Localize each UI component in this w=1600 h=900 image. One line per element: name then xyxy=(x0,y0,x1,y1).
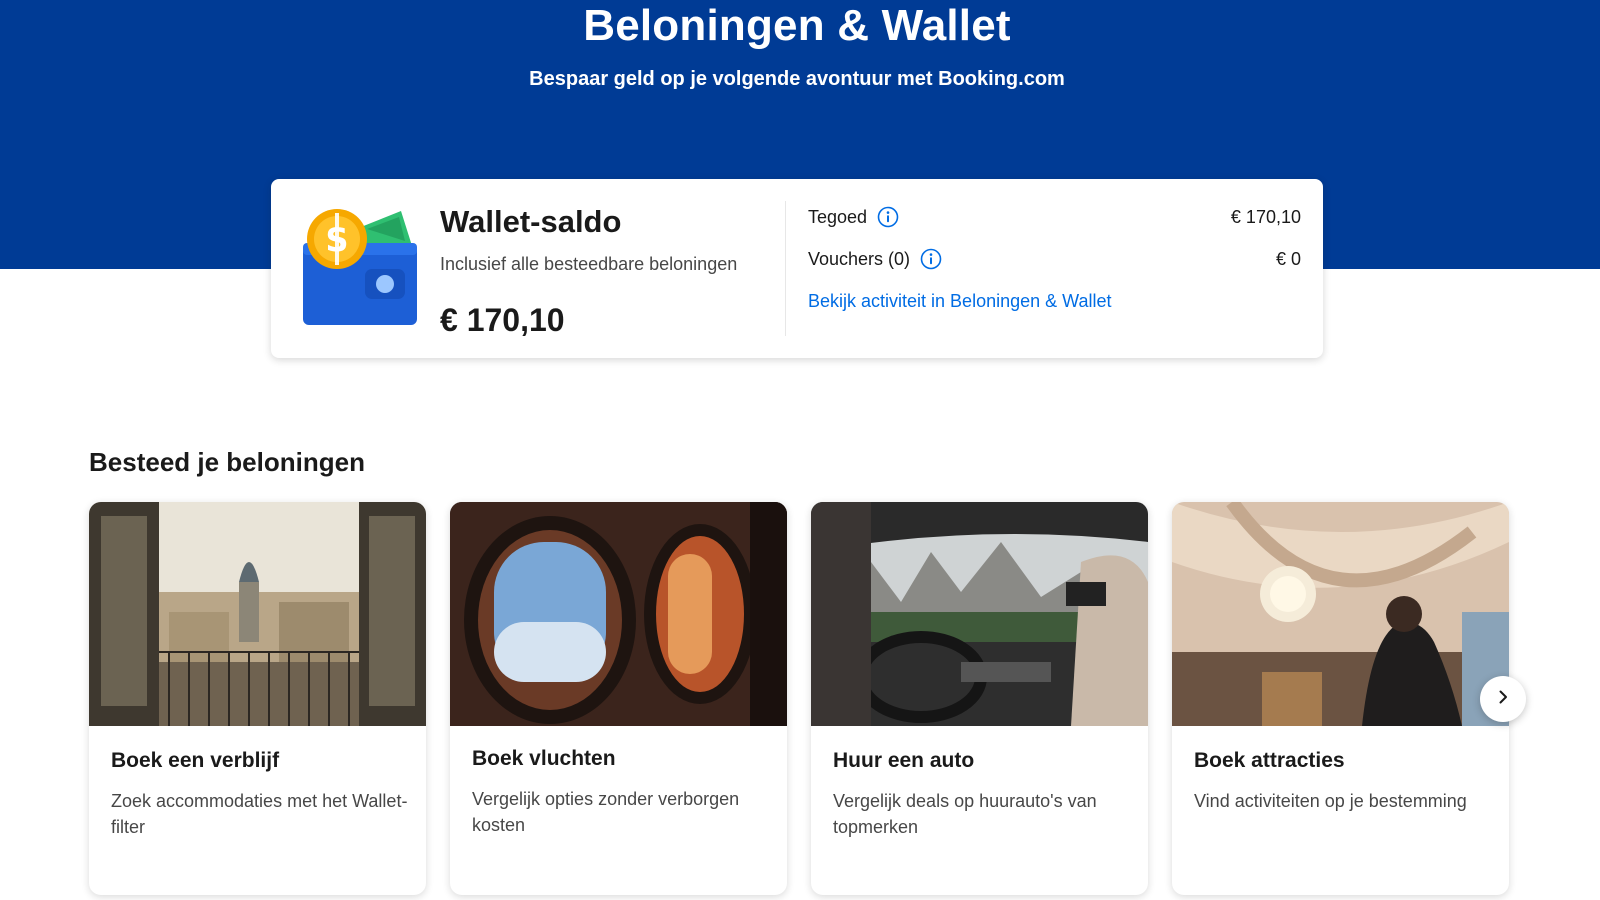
credit-label: Tegoed xyxy=(808,206,868,227)
credit-value: € 170,10 xyxy=(1230,206,1301,227)
vouchers-row: Vouchers (0) € 0 xyxy=(808,247,1301,271)
paris-balcony-image xyxy=(89,502,426,726)
page-subtitle: Bespaar geld op je volgende avontuur met… xyxy=(529,68,1065,90)
card-title: Boek vluchten xyxy=(472,747,616,770)
card-description: Vergelijk deals op huurauto's van topmer… xyxy=(833,791,1097,837)
card-title: Boek attracties xyxy=(1194,749,1345,772)
rewards-carousel: Boek een verblijf Zoek accommodaties met… xyxy=(89,502,1529,900)
credit-row: Tegoed € 170,10 xyxy=(808,205,1301,229)
info-icon[interactable] xyxy=(877,206,899,228)
airplane-window-image xyxy=(450,502,787,726)
carousel-next-button[interactable] xyxy=(1480,676,1526,722)
divider xyxy=(785,201,786,336)
card-title: Boek een verblijf xyxy=(111,749,280,772)
wallet-title: Wallet-saldo xyxy=(440,204,622,239)
card-book-flights[interactable]: Boek vluchten Vergelijk opties zonder ve… xyxy=(450,502,787,895)
wallet-coin-icon: S xyxy=(301,207,419,327)
page-title: Beloningen & Wallet xyxy=(583,1,1011,50)
wallet-breakdown: Tegoed € 170,10 Vouchers (0) € 0 Bekijk … xyxy=(808,205,1301,313)
activity-link[interactable]: Bekijk activiteit in Beloningen & Wallet xyxy=(808,289,1111,313)
card-description: Zoek accommodaties met het Wallet-filter xyxy=(111,791,408,837)
card-description: Vergelijk opties zonder verborgen kosten xyxy=(472,789,740,835)
section-title: Besteed je beloningen xyxy=(89,447,365,477)
card-description: Vind activiteiten op je bestemming xyxy=(1194,791,1467,811)
car-mountains-image xyxy=(811,502,1148,726)
vouchers-value: € 0 xyxy=(1275,248,1301,269)
vouchers-label: Vouchers (0) xyxy=(808,248,911,269)
wallet-balance-amount: € 170,10 xyxy=(440,302,565,338)
card-title: Huur een auto xyxy=(833,749,975,772)
card-rent-car[interactable]: Huur een auto Vergelijk deals op huuraut… xyxy=(811,502,1148,895)
card-book-attractions[interactable]: Boek attracties Vind activiteiten op je … xyxy=(1172,502,1509,895)
info-icon[interactable] xyxy=(920,248,942,270)
chevron-right-icon xyxy=(1495,689,1511,710)
attraction-interior-image xyxy=(1172,502,1509,726)
wallet-description: Inclusief alle besteedbare beloningen xyxy=(440,254,738,274)
card-book-stay[interactable]: Boek een verblijf Zoek accommodaties met… xyxy=(89,502,426,895)
wallet-summary: Wallet-saldo Inclusief alle besteedbare … xyxy=(440,203,737,339)
wallet-balance-card: S Wallet-saldo Inclusief alle besteedbar… xyxy=(271,179,1323,358)
